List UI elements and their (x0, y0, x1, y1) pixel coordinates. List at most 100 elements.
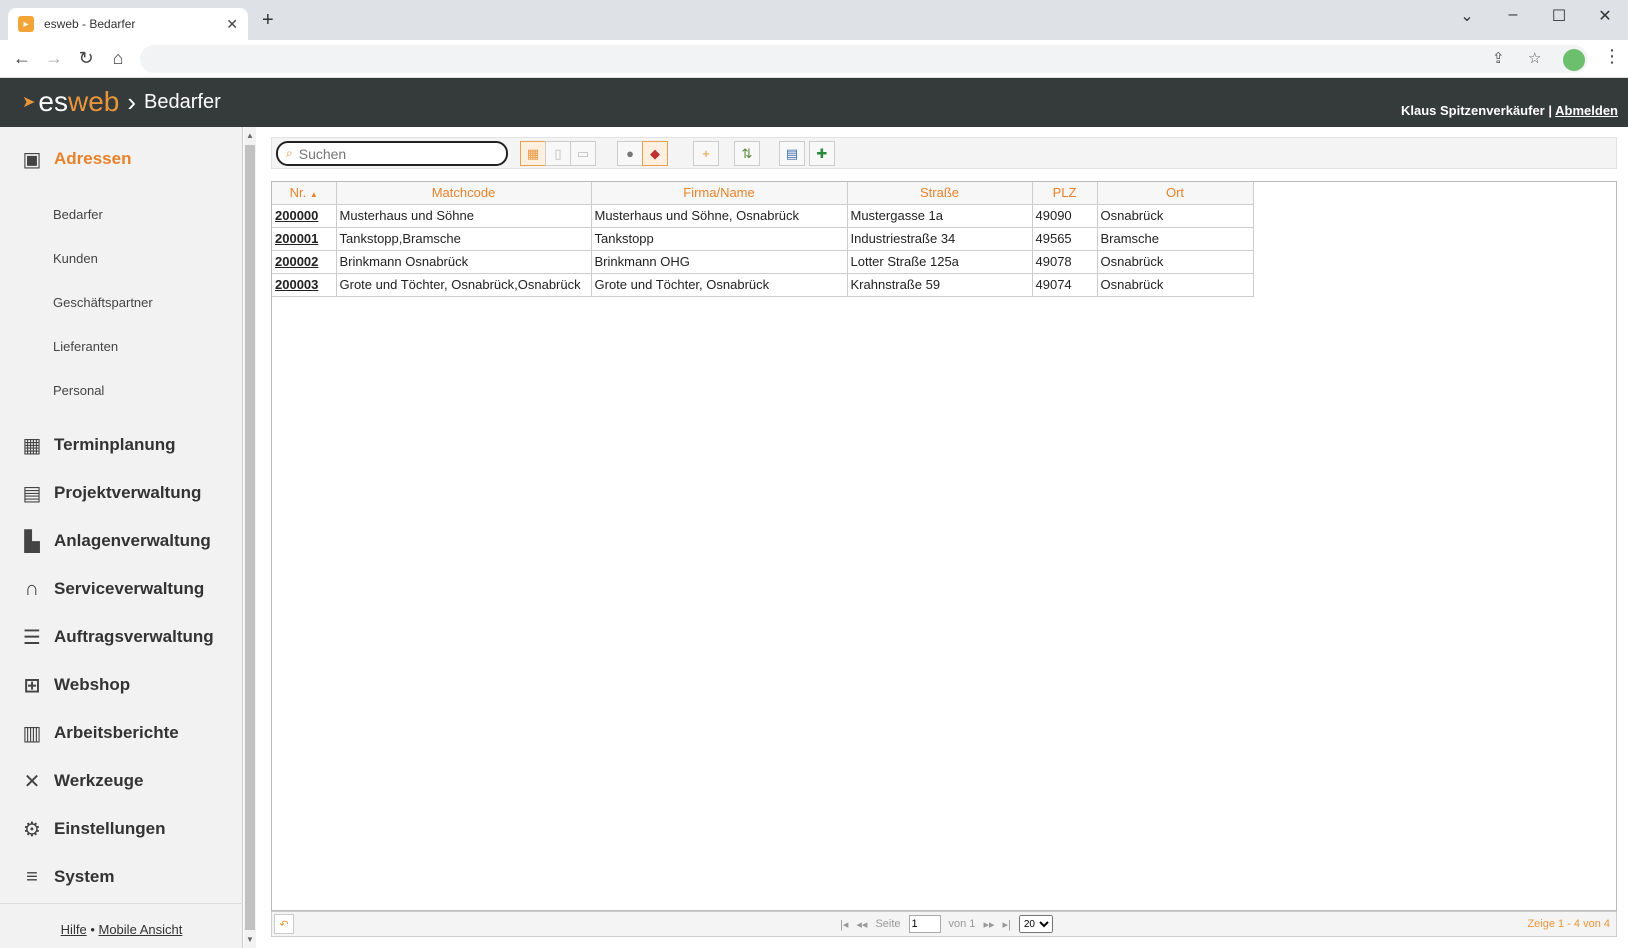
search-box[interactable]: ⌕ (276, 141, 508, 166)
minimize-button[interactable]: – (1490, 6, 1536, 24)
sidebar-item-webshop[interactable]: ⊞ Webshop (20, 673, 131, 697)
bookmark-star-icon[interactable]: ☆ (1528, 49, 1541, 67)
maximize-button[interactable]: ☐ (1536, 6, 1582, 26)
record-link[interactable]: 200001 (275, 231, 318, 246)
calendar-icon: ▦ (22, 434, 42, 457)
col-matchcode[interactable]: Matchcode (336, 182, 592, 205)
record-link[interactable]: 200002 (275, 254, 318, 269)
col-plz[interactable]: PLZ (1032, 182, 1098, 205)
back-icon[interactable]: ← (10, 48, 34, 69)
logout-link[interactable]: Abmelden (1555, 103, 1618, 118)
menu-dots-icon[interactable]: ⋮ (1603, 46, 1621, 67)
view-list-button[interactable]: ▦ (520, 141, 546, 166)
sidebar-sub-bedarfer[interactable]: Bedarfer (53, 207, 103, 222)
reload-icon[interactable]: ↻ (74, 48, 98, 69)
sidebar-item-arbeitsberichte[interactable]: ▥ Arbeitsberichte (20, 721, 179, 745)
sidebar-item-terminplanung[interactable]: ▦ Terminplanung (20, 433, 176, 457)
search-icon: ⌕ (286, 146, 293, 160)
undo-icon[interactable]: ↶ (274, 914, 294, 934)
sidebar-sub-geschaeftspartner[interactable]: Geschäftspartner (53, 295, 153, 310)
cell-firma: Tankstopp (591, 227, 848, 251)
view-detail-button[interactable]: ▯ (545, 141, 571, 166)
brand-logo[interactable]: ➤ es web › Bedarfer (22, 86, 221, 118)
breadcrumb-separator: › (127, 86, 137, 117)
cell-nr: 200000 (272, 204, 337, 228)
view-folder-button[interactable]: ▭ (570, 141, 596, 166)
first-page-icon[interactable]: |◂ (840, 918, 848, 931)
page-size-select[interactable]: 20 (1018, 915, 1053, 933)
grid-toolbar: ⌕ ▦ ▯ ▭ ● ◆ + ⇅ ▤ ✚ (271, 137, 1617, 169)
sort-button[interactable]: ⇅ (734, 141, 760, 166)
close-window-button[interactable]: ✕ (1582, 6, 1628, 26)
help-link[interactable]: Hilfe (61, 922, 87, 937)
add-button[interactable]: + (693, 141, 719, 166)
sidebar-item-serviceverwaltung[interactable]: ∩ Serviceverwaltung (20, 577, 204, 601)
filter-button[interactable]: ● (617, 141, 643, 166)
last-page-icon[interactable]: ▸| (1002, 918, 1010, 931)
new-tab-button[interactable]: + (262, 10, 274, 30)
table-row[interactable]: 200003 Grote und Töchter, Osnabrück,Osna… (272, 273, 1254, 297)
cell-matchcode: Grote und Töchter, Osnabrück,Osnabrück (336, 273, 592, 297)
cell-nr: 200001 (272, 227, 337, 251)
report-button[interactable]: ▤ (779, 141, 805, 166)
pager-controls: |◂ ◂◂ Seite von 1 ▸▸ ▸| 20 (840, 915, 1053, 933)
sidebar-item-label: Terminplanung (54, 435, 176, 454)
tab-search-icon[interactable]: ⌄ (1444, 6, 1490, 26)
cell-firma: Grote und Töchter, Osnabrück (591, 273, 848, 297)
sidebar-item-projektverwaltung[interactable]: ▤ Projektverwaltung (20, 481, 202, 505)
cell-matchcode: Musterhaus und Söhne (336, 204, 592, 228)
address-bar[interactable]: ⇪ ☆ (140, 45, 1588, 73)
sidebar-sub-personal[interactable]: Personal (53, 383, 104, 398)
browser-tab[interactable]: ▸ esweb - Bedarfer ✕ (8, 8, 248, 40)
cell-plz: 49090 (1032, 204, 1098, 228)
col-strasse[interactable]: Straße (847, 182, 1033, 205)
sidebar-scrollbar[interactable]: ▲ ▼ (244, 127, 256, 948)
sidebar-sub-lieferanten[interactable]: Lieferanten (53, 339, 118, 354)
share-icon[interactable]: ⇪ (1492, 49, 1505, 67)
cell-plz: 49074 (1032, 273, 1098, 297)
sidebar-item-adressen[interactable]: ▣ Adressen (20, 147, 132, 171)
browser-toolbar: ← → ↻ ⌂ ⇪ ☆ (0, 40, 1628, 78)
profile-avatar[interactable] (1563, 49, 1585, 71)
brand-web: web (67, 86, 120, 117)
logo-arrow-icon: ➤ (22, 94, 36, 111)
sidebar-sub-kunden[interactable]: Kunden (53, 251, 98, 266)
mobile-view-link[interactable]: Mobile Ansicht (99, 922, 183, 937)
page-input[interactable] (908, 915, 941, 933)
sidebar-item-werkzeuge[interactable]: ✕ Werkzeuge (20, 769, 144, 793)
next-page-icon[interactable]: ▸▸ (983, 918, 994, 931)
col-ort[interactable]: Ort (1097, 182, 1254, 205)
cell-strasse: Krahnstraße 59 (847, 273, 1033, 297)
forward-icon[interactable]: → (42, 48, 66, 69)
scroll-up-icon[interactable]: ▲ (246, 131, 254, 140)
sidebar-item-einstellungen[interactable]: ⚙ Einstellungen (20, 817, 165, 841)
close-tab-icon[interactable]: ✕ (226, 16, 238, 33)
sidebar-item-auftragsverwaltung[interactable]: ☰ Auftragsverwaltung (20, 625, 214, 649)
sidebar-item-label: System (54, 867, 115, 886)
home-icon[interactable]: ⌂ (106, 48, 130, 69)
cell-strasse: Industriestraße 34 (847, 227, 1033, 251)
sidebar-item-anlagenverwaltung[interactable]: ▙ Anlagenverwaltung (20, 529, 211, 553)
scroll-down-icon[interactable]: ▼ (246, 935, 254, 944)
table-row[interactable]: 200001 Tankstopp,Bramsche Tankstopp Indu… (272, 227, 1254, 251)
table-row[interactable]: 200000 Musterhaus und Söhne Musterhaus u… (272, 204, 1254, 228)
col-nr[interactable]: Nr. ▲ (272, 182, 337, 205)
cell-firma: Brinkmann OHG (591, 250, 848, 274)
user-filter-button[interactable]: ◆ (642, 141, 668, 166)
search-input[interactable] (298, 145, 479, 162)
cell-strasse: Mustergasse 1a (847, 204, 1033, 228)
sidebar-item-system[interactable]: ≡ System (20, 865, 114, 889)
record-link[interactable]: 200003 (275, 277, 318, 292)
scrollbar-thumb[interactable] (245, 145, 255, 930)
sidebar-footer: Hilfe • Mobile Ansicht (0, 903, 243, 948)
prev-page-icon[interactable]: ◂◂ (856, 918, 867, 931)
col-firma[interactable]: Firma/Name (591, 182, 848, 205)
gears-icon: ⚙ (23, 818, 41, 841)
cell-plz: 49565 (1032, 227, 1098, 251)
page-label: Seite (875, 918, 901, 930)
excel-export-button[interactable]: ✚ (809, 141, 835, 166)
record-link[interactable]: 200000 (275, 208, 318, 223)
table-row[interactable]: 200002 Brinkmann Osnabrück Brinkmann OHG… (272, 250, 1254, 274)
cell-ort: Bramsche (1097, 227, 1254, 251)
address-grid: Nr. ▲ Matchcode Firma/Name Straße PLZ Or… (271, 181, 1617, 911)
